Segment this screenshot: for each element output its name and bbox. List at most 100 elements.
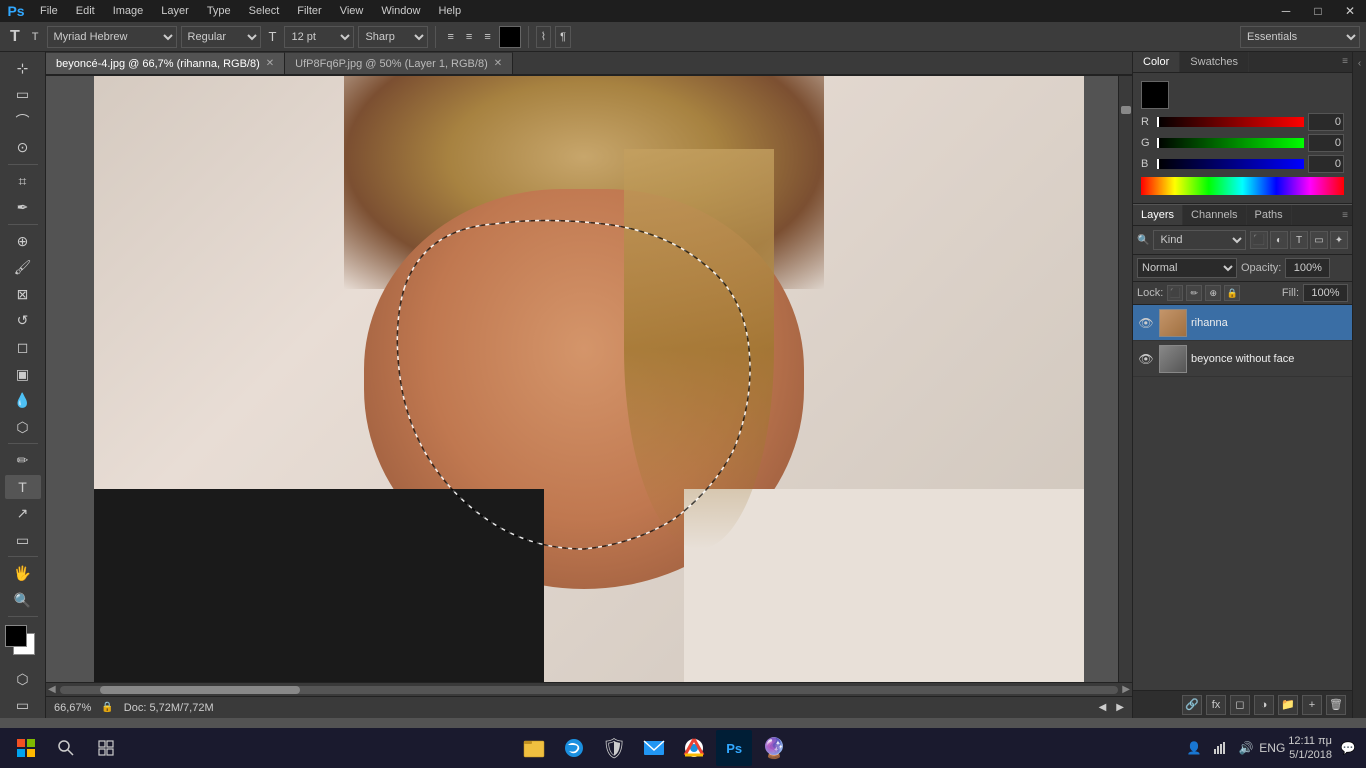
crop-tool[interactable]: ⌗	[5, 169, 41, 194]
lock-artboard-icon[interactable]: ⊕	[1205, 285, 1221, 301]
pixel-filter-icon[interactable]: ⬛	[1250, 231, 1268, 249]
history-brush-tool[interactable]: ↺	[5, 309, 41, 334]
h-scroll-track[interactable]	[60, 686, 1119, 694]
eyedropper-tool[interactable]: ✒	[5, 196, 41, 221]
scroll-left-arrow[interactable]: ◀	[48, 684, 56, 695]
char-panel-icon[interactable]: ¶	[555, 26, 571, 48]
quick-select-tool[interactable]: ⊙	[5, 136, 41, 161]
channel-r-input[interactable]	[1308, 113, 1344, 131]
align-center-icon[interactable]: ≡	[462, 26, 476, 48]
right-panel-collapse[interactable]: ‹	[1352, 52, 1366, 718]
new-group-icon[interactable]: 📁	[1278, 695, 1298, 715]
adjustment-filter-icon[interactable]: ◐	[1270, 231, 1288, 249]
quick-mask-btn[interactable]: ⬡	[5, 667, 41, 692]
tab-uf[interactable]: UfP8Fq6P.jpg @ 50% (Layer 1, RGB/8) ✕	[285, 52, 513, 74]
tray-network-icon[interactable]	[1210, 738, 1230, 758]
color-panel-menu[interactable]: ≡	[1338, 52, 1352, 72]
shape-tool[interactable]: ▭	[5, 528, 41, 553]
tray-people-icon[interactable]: 👤	[1184, 738, 1204, 758]
tab-swatches[interactable]: Swatches	[1180, 52, 1249, 72]
menu-type[interactable]: Type	[199, 3, 239, 19]
color-swatches[interactable]	[5, 625, 41, 657]
lock-pixels-icon[interactable]: ⬛	[1167, 285, 1183, 301]
shape-filter-icon[interactable]: ▭	[1310, 231, 1328, 249]
color-swatch[interactable]	[499, 26, 521, 48]
hand-tool[interactable]: 🖐	[5, 561, 41, 586]
fill-input[interactable]	[1303, 284, 1348, 302]
opacity-input[interactable]	[1285, 258, 1330, 278]
workspace-select[interactable]: Essentials	[1240, 26, 1360, 48]
anti-alias-select[interactable]: Sharp	[358, 26, 428, 48]
g-slider-handle[interactable]	[1157, 138, 1159, 148]
notification-icon[interactable]: 💬	[1338, 738, 1358, 758]
taskbar-chrome[interactable]	[676, 730, 712, 766]
tab-channels[interactable]: Channels	[1183, 205, 1246, 225]
scroll-right-btn[interactable]: ▶	[1116, 702, 1124, 713]
layer-visibility-beyonce[interactable]: 👁	[1137, 350, 1155, 368]
new-adjustment-icon[interactable]: ◑	[1254, 695, 1274, 715]
type-filter-icon[interactable]: T	[1290, 231, 1308, 249]
r-slider-handle[interactable]	[1157, 117, 1159, 127]
taskbar-extra[interactable]: 🔮	[756, 730, 792, 766]
warp-text-icon[interactable]: ⌇	[536, 26, 551, 48]
menu-layer[interactable]: Layer	[153, 3, 197, 19]
tool-type-icon[interactable]: T	[6, 26, 24, 48]
taskbar-explorer[interactable]	[516, 730, 552, 766]
blend-mode-select[interactable]: Normal	[1137, 258, 1237, 278]
tab-color[interactable]: Color	[1133, 52, 1180, 72]
taskbar-photoshop[interactable]: Ps	[716, 730, 752, 766]
search-button[interactable]	[48, 730, 84, 766]
channel-b-input[interactable]	[1308, 155, 1344, 173]
b-slider-handle[interactable]	[1157, 159, 1159, 169]
main-color-swatch[interactable]	[1141, 81, 1169, 109]
menu-view[interactable]: View	[332, 3, 372, 19]
tray-volume-icon[interactable]: 🔊	[1236, 738, 1256, 758]
taskbar-mail[interactable]	[636, 730, 672, 766]
path-select-tool[interactable]: ↗	[5, 501, 41, 526]
channel-b-slider[interactable]	[1157, 159, 1304, 169]
start-button[interactable]	[8, 730, 44, 766]
font-family-select[interactable]: Myriad Hebrew	[47, 26, 177, 48]
task-view-button[interactable]	[88, 730, 124, 766]
foreground-color[interactable]	[5, 625, 27, 647]
zoom-tool[interactable]: 🔍	[5, 588, 41, 613]
horizontal-scrollbar[interactable]: ◀ ▶	[46, 682, 1132, 696]
tab-beyonce-close[interactable]: ✕	[266, 58, 274, 69]
eraser-tool[interactable]: ◻	[5, 335, 41, 360]
taskbar-edge[interactable]	[556, 730, 592, 766]
channel-r-slider[interactable]	[1157, 117, 1304, 127]
scroll-right-arrow[interactable]: ▶	[1122, 684, 1130, 695]
tab-paths[interactable]: Paths	[1247, 205, 1292, 225]
layer-fx-icon[interactable]: fx	[1206, 695, 1226, 715]
pen-tool[interactable]: ✏	[5, 448, 41, 473]
align-left-icon[interactable]: ≡	[443, 26, 457, 48]
menu-help[interactable]: Help	[430, 3, 469, 19]
color-spectrum[interactable]	[1141, 177, 1344, 195]
layer-visibility-rihanna[interactable]: 👁	[1137, 314, 1155, 332]
v-scroll-thumb[interactable]	[1121, 106, 1131, 114]
move-tool[interactable]: ⊹	[5, 56, 41, 81]
maximize-button[interactable]: □	[1302, 0, 1334, 22]
smart-filter-icon[interactable]: ✦	[1330, 231, 1348, 249]
menu-file[interactable]: File	[32, 3, 66, 19]
add-mask-icon[interactable]: ◻	[1230, 695, 1250, 715]
layers-panel-menu[interactable]: ≡	[1338, 206, 1352, 225]
lock-all-icon[interactable]: 🔒	[1224, 285, 1240, 301]
channel-g-input[interactable]	[1308, 134, 1344, 152]
select-tool[interactable]: ▭	[5, 83, 41, 108]
menu-edit[interactable]: Edit	[68, 3, 103, 19]
menu-filter[interactable]: Filter	[289, 3, 329, 19]
dodge-tool[interactable]: ⬡	[5, 415, 41, 440]
align-right-icon[interactable]: ≡	[480, 26, 494, 48]
clone-stamp-tool[interactable]: ⊠	[5, 282, 41, 307]
h-scroll-thumb[interactable]	[100, 686, 300, 694]
gradient-tool[interactable]: ▣	[5, 362, 41, 387]
font-style-select[interactable]: Regular	[181, 26, 261, 48]
blur-tool[interactable]: 💧	[5, 388, 41, 413]
lock-position-icon[interactable]: ✏	[1186, 285, 1202, 301]
screen-mode-btn[interactable]: ▭	[5, 693, 41, 718]
type-tool[interactable]: T	[5, 475, 41, 500]
menu-window[interactable]: Window	[373, 3, 428, 19]
menu-select[interactable]: Select	[241, 3, 288, 19]
vertical-scrollbar[interactable]	[1118, 76, 1132, 682]
